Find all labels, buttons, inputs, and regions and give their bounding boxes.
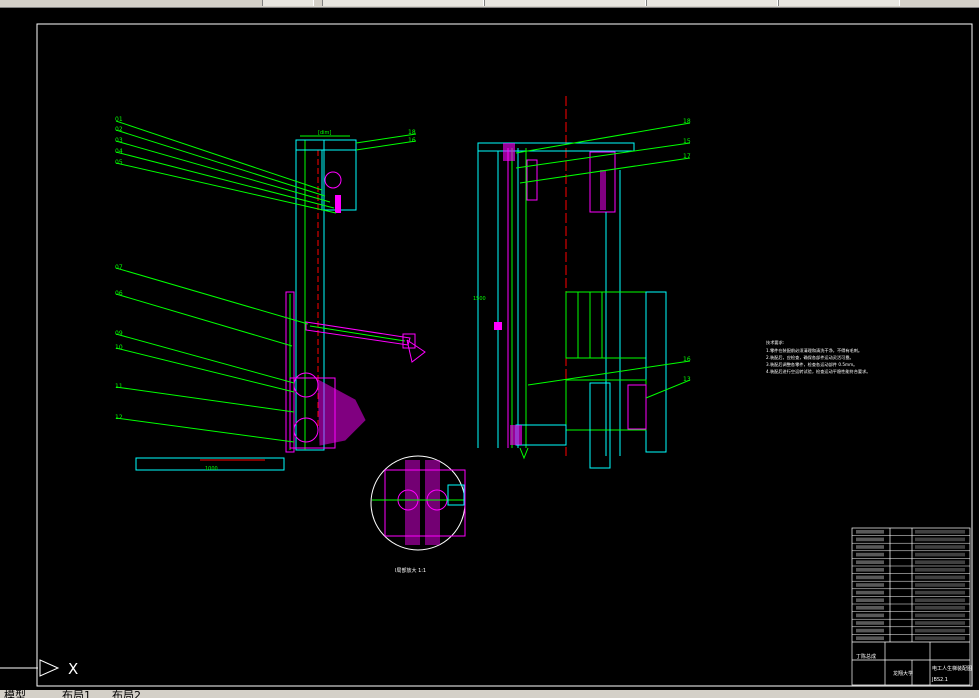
title-block-cell [856, 590, 884, 595]
svg-text:01: 01 [115, 116, 123, 123]
svg-text:12: 12 [115, 414, 123, 421]
cad-drawing: [dim] 1000 01 02 03 04 05 07 06 09 10 11 12 181… [36, 23, 973, 687]
tech-notes-title: 技术要求: [766, 339, 784, 346]
title-block-cell [915, 530, 965, 534]
title-block-cell [856, 552, 884, 557]
right-leader-lines [515, 122, 691, 399]
right-side-view: 1500 [473, 96, 667, 469]
svg-text:18: 18 [408, 129, 416, 136]
base-dimension: 1000 [205, 466, 218, 472]
svg-text:18: 18 [683, 118, 691, 125]
svg-text:05: 05 [115, 159, 123, 166]
svg-text:06: 06 [115, 290, 123, 297]
layout-tab-bar: 模型 布局1 布局2 [0, 690, 979, 698]
svg-text:17: 17 [683, 153, 691, 160]
title-block-cell [856, 560, 884, 564]
title-label-left: 丁陈总成 [856, 653, 876, 660]
title-block-cell [856, 545, 884, 549]
drawing-number: JBS2.1 [931, 677, 948, 683]
toolbar-segment[interactable] [322, 0, 484, 6]
tab-layout-2[interactable]: 布局2 [112, 690, 141, 698]
title-block-cell [856, 636, 884, 640]
toolbar-strip [0, 0, 979, 8]
svg-text:09: 09 [115, 330, 123, 337]
tech-note-2: 2.装配后，应检查，确保各部件运动灵活可靠。 [766, 354, 854, 361]
svg-text:02: 02 [115, 126, 123, 133]
svg-text:15: 15 [683, 138, 691, 145]
title-block-cell [915, 628, 965, 633]
tab-layout-1[interactable]: 布局1 [62, 690, 91, 698]
tech-note-4: 4.装配后进行空运转试验，检查运动平稳性能符合要求。 [766, 368, 871, 375]
left-elevation-view: [dim] 1000 [135, 130, 426, 472]
title-block-cell [915, 568, 965, 572]
tech-notes: 技术要求: 1.零件在装配前必须清理和清洗干净，不得有毛刺。 2.装配后，应检查… [766, 339, 871, 375]
title-block-cell [915, 590, 965, 595]
left-leader-lines [115, 120, 417, 443]
title-block-cell [856, 530, 884, 534]
title-block-cell [915, 621, 965, 625]
svg-text:03: 03 [115, 137, 123, 144]
ucs-axis-label: X [68, 660, 79, 678]
toolbar-segment[interactable] [646, 0, 778, 6]
drawing-name: 电工人生梯装配图 [932, 665, 972, 672]
tab-model[interactable]: 模型 [4, 690, 26, 698]
title-block-cell [915, 537, 965, 542]
detail-view-i [370, 455, 466, 551]
title-block-cell [856, 621, 884, 625]
title-block-cell [915, 583, 965, 587]
title-block-cell [915, 598, 965, 602]
title-block-cell [915, 552, 965, 557]
svg-text:11: 11 [115, 383, 123, 390]
svg-text:16: 16 [408, 137, 416, 144]
title-block-cell [915, 606, 965, 610]
title-block-cell [915, 636, 965, 640]
tech-note-1: 1.零件在装配前必须清理和清洗干净，不得有毛刺。 [766, 347, 862, 354]
ucs-icon [0, 659, 60, 677]
title-block-cell [915, 575, 965, 580]
title-block-cell [915, 560, 965, 564]
title-block-cell [856, 568, 884, 572]
title-block-cell [856, 537, 884, 542]
title-block-cells [856, 530, 965, 640]
title-block-cell [915, 545, 965, 549]
title-block-cell [856, 575, 884, 580]
svg-text:[dim]: [dim] [318, 130, 331, 136]
height-dimension: 1500 [473, 296, 486, 302]
svg-text:07: 07 [115, 264, 123, 271]
title-block-cell [856, 598, 884, 602]
toolbar-segment[interactable] [262, 0, 314, 6]
svg-text:16: 16 [683, 356, 691, 363]
svg-text:13: 13 [683, 376, 691, 383]
right-part-numbers: 18 15 17 16 13 [683, 118, 691, 383]
svg-text:10: 10 [115, 344, 123, 351]
svg-text:04: 04 [115, 148, 123, 155]
title-block-cell [856, 606, 884, 610]
drawing-canvas[interactable]: [dim] 1000 01 02 03 04 05 07 06 09 10 11 12 [0, 8, 979, 690]
tech-note-3: 3.装配后调整各零件，检查各运动部件 0.5mm。 [766, 361, 857, 368]
title-block-cell [856, 583, 884, 587]
toolbar-segment[interactable] [778, 0, 900, 6]
detail-caption: I局部放大 1:1 [395, 567, 426, 574]
school-name: 龙翔大学 [893, 670, 913, 677]
title-block-cell [915, 613, 965, 618]
toolbar-segment[interactable] [484, 0, 646, 6]
title-block-cell [856, 613, 884, 618]
title-block-cell [856, 628, 884, 633]
